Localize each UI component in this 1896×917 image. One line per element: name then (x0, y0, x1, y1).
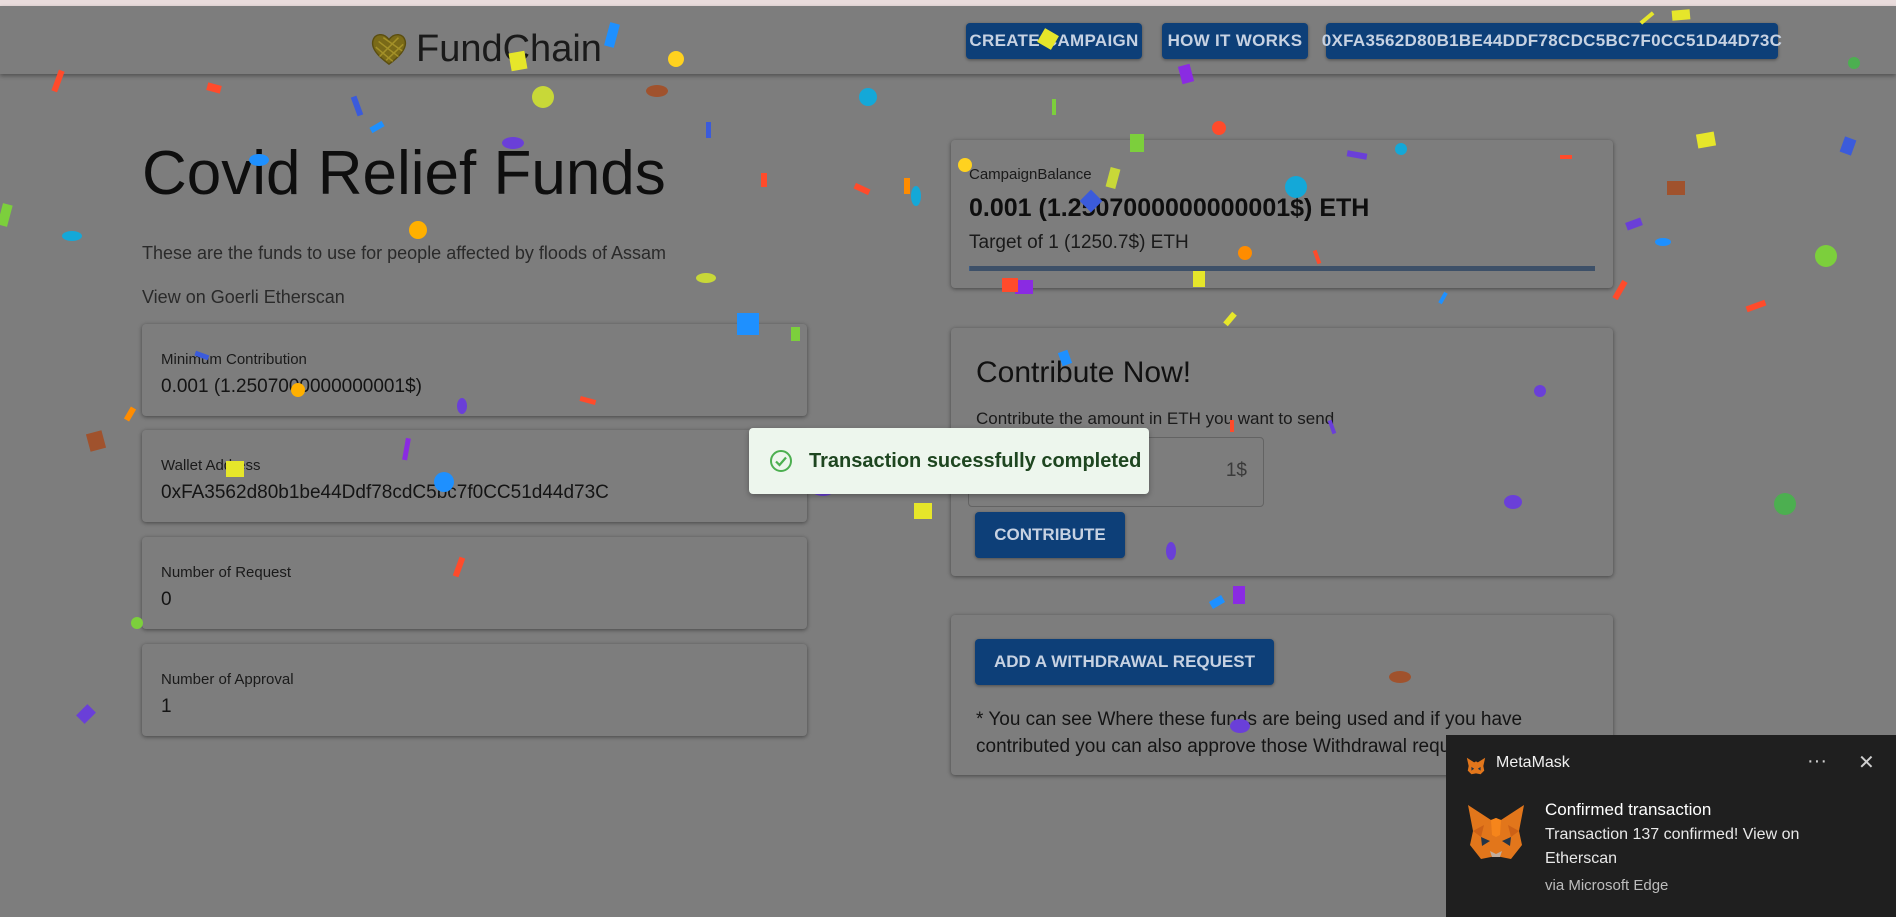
metamask-notification[interactable]: MetaMask ··· ✕ Confirmed transaction Tra… (1446, 735, 1896, 917)
wallet-address-card: Wallet Address 0xFA3562d80b1be44Ddf78cdC… (142, 430, 807, 522)
confetti-piece (1667, 181, 1685, 195)
notification-source: via Microsoft Edge (1545, 877, 1669, 894)
confetti-piece (706, 122, 711, 138)
card-value: 1 (161, 696, 172, 717)
etherscan-link[interactable]: View on Goerli Etherscan (142, 287, 345, 308)
minimum-contribution-card: Minimum Contribution 0.001 (1.2507000000… (142, 324, 807, 416)
card-label: Number of Approval (161, 671, 294, 688)
contribute-button[interactable]: CONTRIBUTE (975, 512, 1125, 558)
confetti-piece (1208, 595, 1226, 609)
campaign-description: These are the funds to use for people af… (142, 243, 666, 263)
confetti-piece (76, 704, 96, 724)
confetti-piece (853, 182, 871, 196)
brand[interactable]: FundChain (370, 24, 602, 74)
confetti-piece (123, 406, 137, 422)
confetti-piece (409, 221, 427, 239)
toast-message: Transaction sucessfully completed (809, 449, 1142, 472)
balance-label: CampaignBalance (969, 166, 1092, 183)
confetti-piece (904, 178, 910, 194)
confetti-piece (1233, 586, 1245, 604)
how-it-works-button[interactable]: HOW IT WORKS (1162, 23, 1308, 59)
metamask-fox-icon (1468, 805, 1524, 859)
card-value: 0xFA3562d80b1be44Ddf78cdC5bc7f0CC51d44d7… (161, 482, 609, 503)
confetti-piece (350, 95, 364, 117)
confetti-piece (0, 203, 13, 227)
confetti-piece (761, 173, 767, 187)
confetti-piece (1223, 311, 1237, 327)
confetti-piece (1655, 238, 1671, 246)
notification-body[interactable]: Transaction 137 confirmed! View on Ether… (1545, 823, 1865, 871)
confetti-piece (1815, 245, 1837, 267)
confetti-piece (62, 231, 82, 241)
contribute-subtitle: Contribute the amount in ETH you want to… (976, 409, 1335, 428)
notification-app-name: MetaMask (1496, 754, 1570, 771)
confetti-piece (1052, 99, 1056, 115)
card-label: Minimum Contribution (161, 351, 307, 368)
more-options-icon[interactable]: ··· (1807, 750, 1827, 773)
heart-logo-icon (371, 34, 407, 65)
amount-unit: 1$ (1225, 460, 1247, 481)
brand-name: FundChain (416, 27, 602, 70)
confetti-piece (1625, 217, 1643, 231)
number-of-request-card: Number of Request 0 (142, 537, 807, 629)
card-label: Number of Request (161, 564, 292, 581)
balance-target: Target of 1 (1250.7$) ETH (969, 232, 1189, 253)
confetti-piece (1745, 299, 1767, 313)
card-value: 0.001 (1.2507000000000001$) (161, 376, 422, 397)
confetti-piece (1695, 131, 1717, 149)
page-title: Covid Relief Funds (142, 139, 666, 208)
number-of-approval-card: Number of Approval 1 (142, 644, 807, 736)
navbar: FundChain CREATE CAMPAIGN HOW IT WORKS 0… (0, 6, 1896, 74)
confetti-piece (1839, 136, 1857, 156)
account-address-button[interactable]: 0XFA3562D80B1BE44DDF78CDC5BC7F0CC51D44D7… (1322, 23, 1782, 59)
confetti-piece (369, 120, 385, 134)
check-circle-icon (770, 450, 792, 472)
success-toast: Transaction sucessfully completed (749, 428, 1149, 494)
metamask-icon (1466, 757, 1486, 775)
confetti-piece (206, 82, 222, 94)
card-value: 0 (161, 589, 172, 610)
confetti-piece (1438, 291, 1448, 305)
balance-value: 0.001 (1.2507000000000001$) ETH (969, 194, 1370, 222)
confetti-piece (646, 85, 668, 97)
confetti-piece (1612, 279, 1628, 301)
confetti-piece (532, 86, 554, 108)
confetti-piece (1774, 493, 1796, 515)
card-label: Wallet Address (161, 457, 261, 474)
campaign-balance-card: CampaignBalance 0.001 (1.250700000000000… (951, 140, 1613, 288)
confetti-piece (696, 273, 716, 283)
progress-fill (969, 266, 970, 271)
add-withdrawal-request-button[interactable]: ADD A WITHDRAWAL REQUEST (975, 639, 1274, 685)
notification-title: Confirmed transaction (1545, 800, 1712, 819)
funding-progress-bar (969, 266, 1595, 271)
confetti-piece (911, 186, 921, 206)
create-campaign-button[interactable]: CREATE CAMPAIGN (966, 23, 1142, 59)
confetti-piece (914, 503, 932, 519)
confetti-piece (859, 88, 877, 106)
close-icon[interactable]: ✕ (1858, 750, 1875, 775)
confetti-piece (85, 430, 107, 452)
confetti-piece (1212, 121, 1226, 135)
contribute-title: Contribute Now! (976, 356, 1192, 389)
